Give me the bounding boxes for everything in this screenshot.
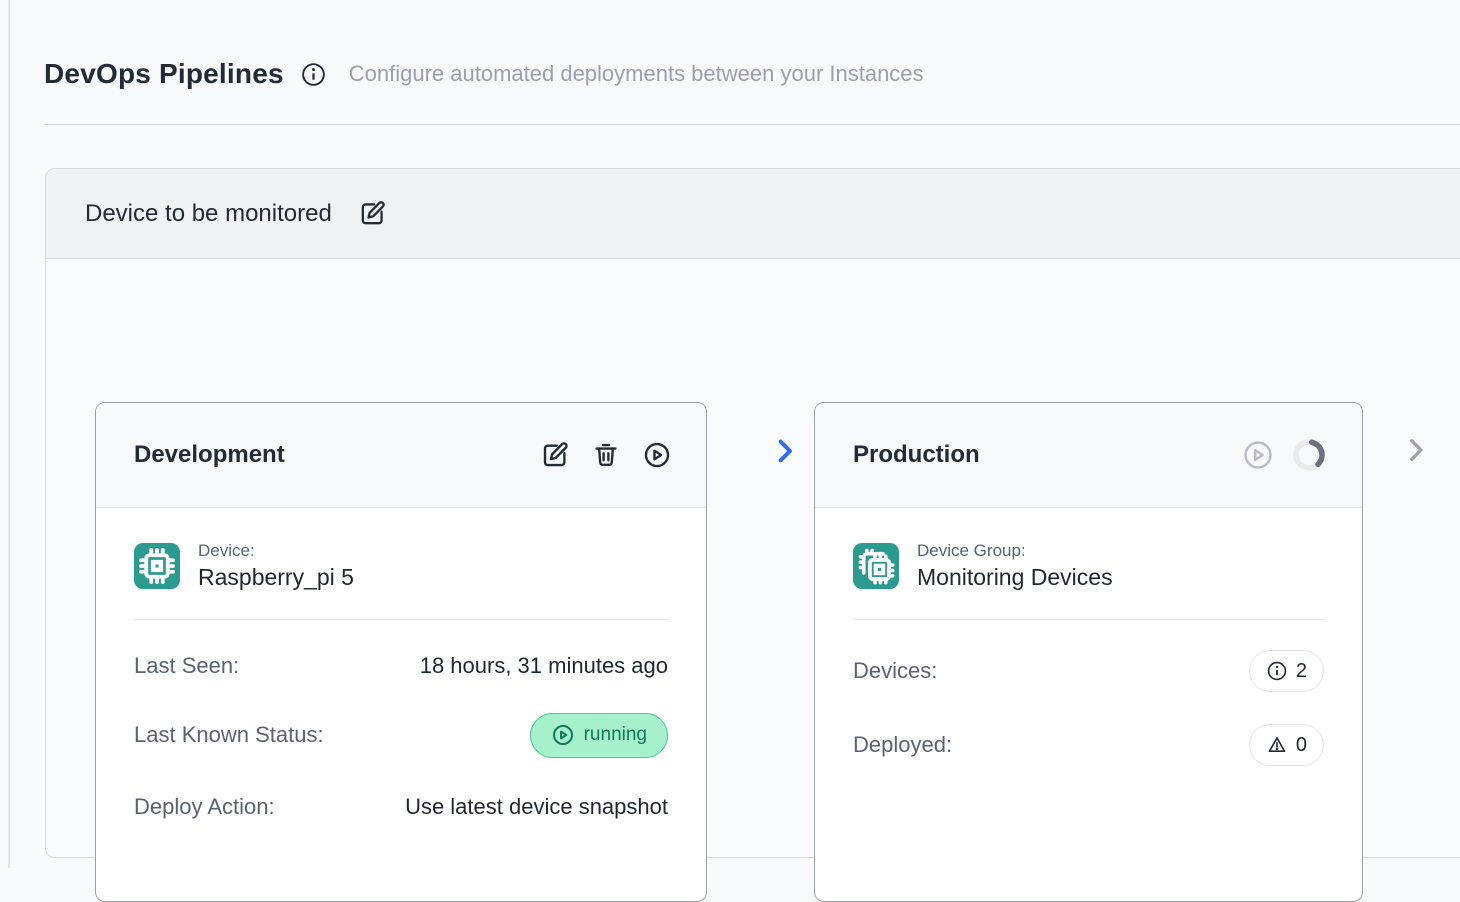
page-header: DevOps Pipelines Configure automated dep… bbox=[44, 52, 924, 96]
devices-row: Devices: 2 bbox=[853, 650, 1324, 692]
info-icon[interactable] bbox=[300, 61, 327, 88]
info-icon bbox=[1266, 660, 1288, 682]
development-card-body: Device: Raspberry_pi 5 Last Seen: 18 hou… bbox=[96, 508, 706, 901]
development-card-header: Development bbox=[96, 403, 706, 508]
play-icon-disabled bbox=[1241, 438, 1275, 472]
device-label: Device: bbox=[198, 541, 354, 561]
production-title: Production bbox=[853, 441, 980, 469]
play-circle-icon bbox=[551, 723, 575, 747]
development-card: Development bbox=[95, 402, 707, 902]
production-card-body: Device Group: Monitoring Devices Devices… bbox=[815, 508, 1362, 901]
device-group-label: Device Group: bbox=[917, 541, 1113, 561]
device-group-row: Device Group: Monitoring Devices bbox=[853, 541, 1324, 591]
status-row: Last Known Status: running bbox=[134, 712, 668, 758]
deploy-action-label: Deploy Action: bbox=[134, 794, 275, 820]
production-actions bbox=[1241, 436, 1328, 474]
last-seen-value: 18 hours, 31 minutes ago bbox=[420, 653, 668, 679]
panel-title: Device to be monitored bbox=[85, 200, 332, 228]
production-card: Production bbox=[814, 402, 1363, 902]
status-badge-label: running bbox=[584, 724, 647, 746]
pipeline-panel: Device to be monitored Development bbox=[45, 168, 1460, 858]
devices-count-badge[interactable]: 2 bbox=[1249, 650, 1324, 692]
production-card-header: Production bbox=[815, 403, 1362, 508]
delete-icon[interactable] bbox=[591, 440, 621, 470]
last-seen-label: Last Seen: bbox=[134, 653, 239, 679]
deployed-label: Deployed: bbox=[853, 732, 952, 758]
chip-group-icon bbox=[853, 543, 899, 589]
development-title: Development bbox=[134, 441, 285, 469]
divider bbox=[134, 619, 668, 620]
device-group-name: Monitoring Devices bbox=[917, 564, 1113, 591]
deployed-count-badge[interactable]: 0 bbox=[1249, 724, 1324, 766]
devices-count: 2 bbox=[1296, 660, 1307, 683]
deployed-count: 0 bbox=[1296, 734, 1307, 757]
edit-icon[interactable] bbox=[358, 199, 387, 228]
next-chevron-icon[interactable] bbox=[1399, 434, 1431, 466]
device-row: Device: Raspberry_pi 5 bbox=[134, 541, 668, 591]
warning-triangle-icon bbox=[1266, 734, 1288, 756]
devices-label: Devices: bbox=[853, 658, 937, 684]
page-subtitle: Configure automated deployments between … bbox=[349, 61, 924, 87]
deploy-action-value: Use latest device snapshot bbox=[405, 794, 668, 820]
layout-divider bbox=[8, 0, 10, 868]
pipeline-flow-chevron-icon[interactable] bbox=[768, 435, 800, 467]
deployed-row: Deployed: 0 bbox=[853, 722, 1324, 768]
page-title: DevOps Pipelines bbox=[44, 58, 284, 90]
deploy-action-row: Deploy Action: Use latest device snapsho… bbox=[134, 791, 668, 823]
edit-icon[interactable] bbox=[540, 440, 570, 470]
pipeline-panel-header: Device to be monitored bbox=[46, 169, 1460, 259]
play-icon[interactable] bbox=[642, 440, 672, 470]
device-name: Raspberry_pi 5 bbox=[198, 564, 354, 591]
last-seen-row: Last Seen: 18 hours, 31 minutes ago bbox=[134, 650, 668, 682]
status-badge: running bbox=[530, 713, 668, 758]
spinner-icon bbox=[1290, 436, 1328, 474]
development-actions bbox=[540, 440, 672, 470]
divider bbox=[853, 619, 1324, 620]
chip-icon bbox=[134, 543, 180, 589]
pipeline-panel-body: Development bbox=[46, 260, 1460, 857]
status-label: Last Known Status: bbox=[134, 722, 324, 748]
header-divider bbox=[44, 124, 1460, 125]
